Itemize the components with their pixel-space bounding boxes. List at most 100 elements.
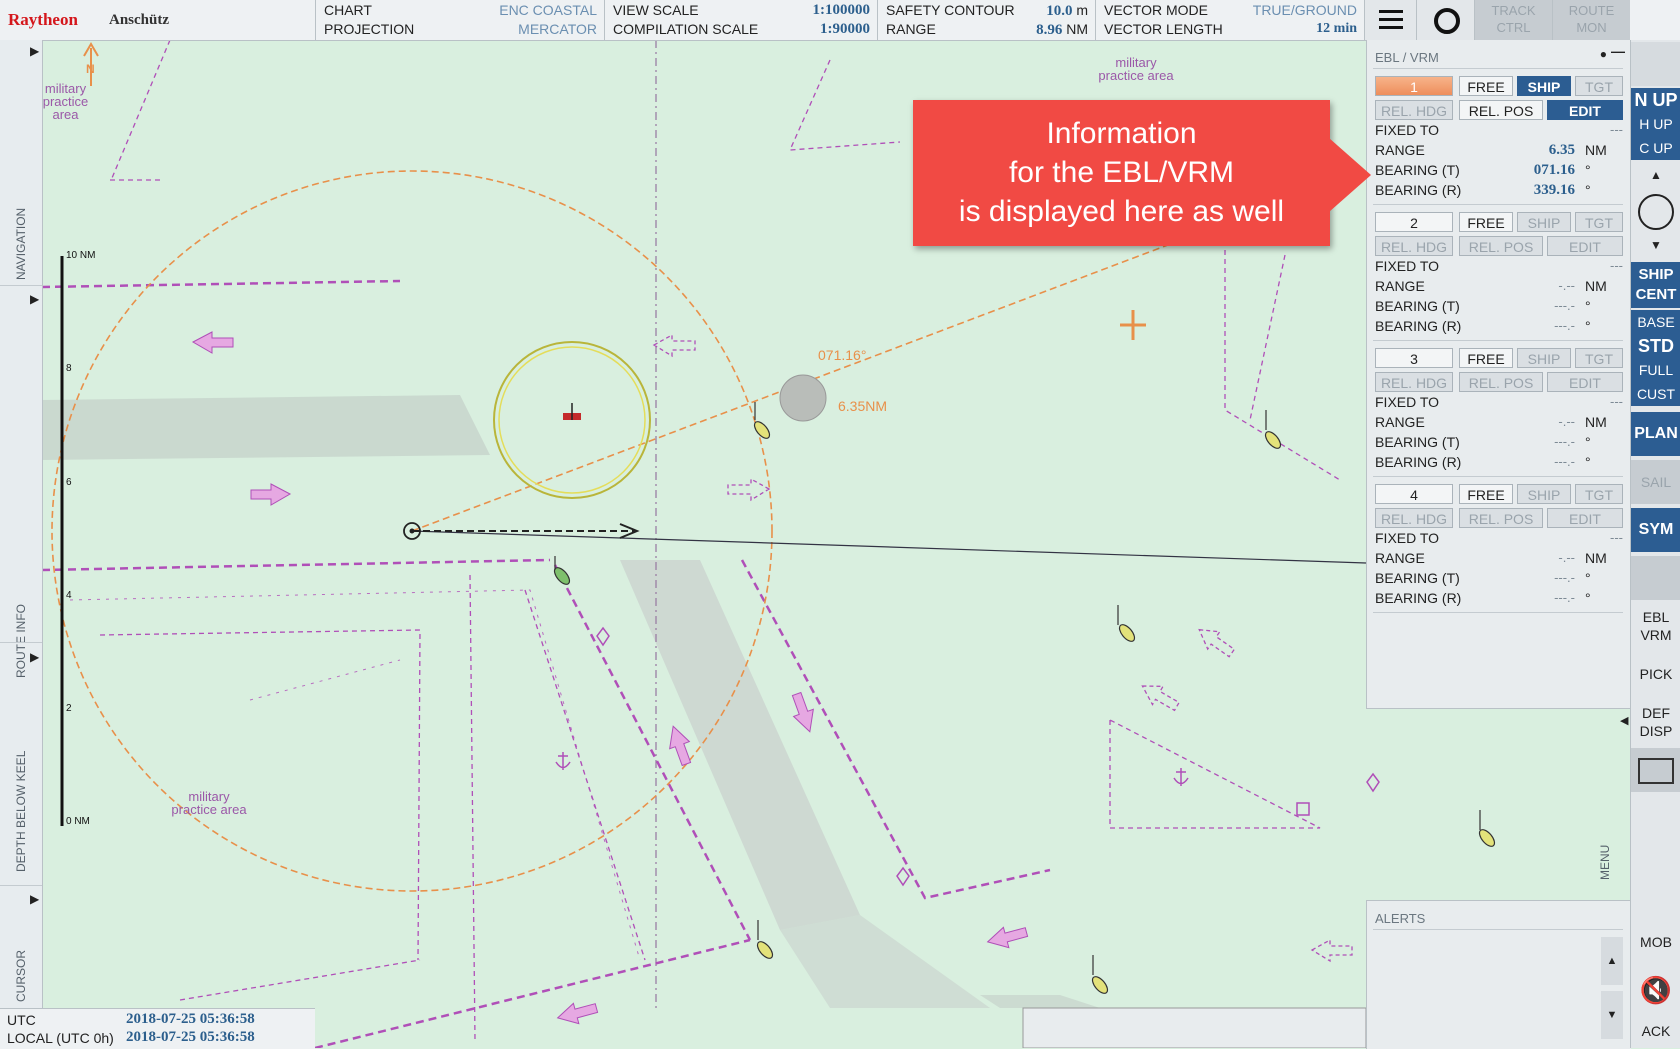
fixed-to-label-2: FIXED TO [1375,258,1440,274]
bearing-t-value-4: ---.- [1554,570,1575,585]
top-status-bar: Raytheon Anschütz CHART ENC COASTAL PROJ… [0,0,1680,41]
ebl-vrm-button[interactable]: EBL VRM [1631,604,1680,648]
std-button[interactable]: STD [1631,334,1680,358]
rel-pos-button-1[interactable]: REL. POS [1459,100,1543,120]
ebl-number-button-1[interactable]: 1 [1375,76,1453,96]
bearing-t-label-2: BEARING (T) [1375,298,1460,314]
circle-icon [1434,8,1460,34]
settings-button[interactable] [1416,0,1475,40]
tab-navigation[interactable]: NAVIGATION [0,40,42,280]
rel-pos-button-2[interactable]: REL. POS [1459,236,1543,256]
rel-hdg-button-1[interactable]: REL. HDG [1375,100,1453,120]
sym-button[interactable]: SYM [1631,508,1680,552]
pick-button[interactable]: PICK [1631,652,1680,696]
def-disp-button[interactable]: DEF DISP [1631,700,1680,744]
tab-depth-below-keel[interactable]: DEPTH BELOW KEEL [0,642,42,882]
mob-button[interactable]: MOB [1631,920,1680,964]
ebl-vrm-panel: EBL / VRM ● — 1 FREE SHIP TGT REL. HDG REL. P… [1366,40,1631,709]
tgt-button-2[interactable]: TGT [1575,212,1623,232]
rel-hdg-button-2[interactable]: REL. HDG [1375,236,1453,256]
edit-button-4[interactable]: EDIT [1547,508,1623,528]
ship-button-2[interactable]: SHIP [1517,212,1571,232]
ship-button-3[interactable]: SHIP [1517,348,1571,368]
zoom-in-button[interactable]: ▲ [1631,168,1680,186]
range-unit-4: NM [1585,550,1607,566]
rel-hdg-button-4[interactable]: REL. HDG [1375,508,1453,528]
ship-cent-button[interactable]: SHIP CENT [1631,262,1680,308]
n-up-button[interactable]: N UP [1631,88,1680,112]
range-tick-4: 4 [66,590,72,601]
ship-cent-line2: CENT [1635,286,1677,303]
panel-minimize-icon[interactable]: — [1611,43,1625,59]
safety-contour-value: 10.0 [1046,3,1073,19]
edit-button-1[interactable]: EDIT [1547,100,1623,120]
fixed-to-value-4: --- [1610,530,1623,545]
fixed-to-label-4: FIXED TO [1375,530,1440,546]
vector-info[interactable]: VECTOR MODE TRUE/GROUND VECTOR LENGTH 12… [1095,0,1365,40]
edit-button-2[interactable]: EDIT [1547,236,1623,256]
zoom-out-button[interactable]: ▼ [1631,238,1680,256]
panel-pin-icon[interactable]: ● [1600,47,1607,61]
h-up-button[interactable]: H UP [1631,112,1680,136]
bearing-r-label-3: BEARING (R) [1375,454,1462,470]
mute-icon[interactable]: 🔇 [1631,968,1680,1012]
menu-collapse-icon[interactable]: ◀ [1620,714,1628,727]
plan-button[interactable]: PLAN [1631,412,1680,456]
ebl-number-button-2[interactable]: 2 [1375,212,1453,232]
bearing-t-value-2: ---.- [1554,298,1575,313]
tgt-button-3[interactable]: TGT [1575,348,1623,368]
ack-button[interactable]: ACK [1631,1016,1680,1046]
sail-button[interactable]: SAIL [1631,460,1680,504]
menu-button[interactable] [1364,0,1417,40]
tab-cursor-label: CURSOR [14,949,28,1002]
tab-route-info[interactable]: ROUTE INFO [0,285,42,685]
blank-button-top[interactable] [1631,42,1680,86]
military-area-label-2: military practice area [1093,56,1179,82]
track-ctrl-button[interactable]: TRACK CTRL [1474,0,1552,40]
projection-value: MERCATOR [518,21,597,37]
bearing-t-unit-2: ° [1585,298,1591,314]
info-callout: Information for the EBL/VRM is displayed… [913,100,1330,246]
cust-button[interactable]: CUST [1631,382,1680,406]
ship-button-4[interactable]: SHIP [1517,484,1571,504]
callout-pointer [1329,138,1371,212]
chart-info[interactable]: CHART ENC COASTAL PROJECTION MERCATOR [315,0,605,40]
scale-info[interactable]: VIEW SCALE 1:100000 COMPILATION SCALE 1:… [604,0,878,40]
rel-hdg-button-3[interactable]: REL. HDG [1375,372,1453,392]
def-disp-line2: DISP [1639,723,1673,739]
range-value: 8.96 [1036,22,1063,38]
tgt-button-1[interactable]: TGT [1575,76,1623,96]
free-button-1[interactable]: FREE [1459,76,1513,96]
tgt-button-4[interactable]: TGT [1575,484,1623,504]
blank-button-mid[interactable] [1631,556,1680,600]
utc-value: 2018-07-25 05:36:58 [126,1011,255,1027]
callout-line2: for the EBL/VRM [1008,156,1235,189]
rel-pos-button-4[interactable]: REL. POS [1459,508,1543,528]
free-button-3[interactable]: FREE [1459,348,1513,368]
ship-button-1[interactable]: SHIP [1517,76,1571,96]
alerts-scroll-down[interactable]: ▼ [1601,991,1623,1039]
contour-info[interactable]: SAFETY CONTOUR 10.0 m RANGE 8.96 NM [877,0,1096,40]
c-up-button[interactable]: C UP [1631,136,1680,160]
tab-cursor[interactable]: CURSOR [0,885,42,1005]
edit-button-3[interactable]: EDIT [1547,372,1623,392]
alerts-scroll-up[interactable]: ▲ [1601,937,1623,985]
menu-label[interactable]: MENU [1598,845,1612,880]
alerts-panel: ALERTS ▲ ▼ [1366,900,1631,1049]
military-area-label-2-line2: practice area [1098,68,1174,83]
compass-dial-icon[interactable] [1631,190,1680,234]
rel-pos-button-3[interactable]: REL. POS [1459,372,1543,392]
base-button[interactable]: BASE [1631,310,1680,334]
free-button-4[interactable]: FREE [1459,484,1513,504]
bearing-t-label-3: BEARING (T) [1375,434,1460,450]
route-mon-button[interactable]: ROUTE MON [1552,0,1630,40]
envelope-icon[interactable] [1631,748,1680,792]
free-button-2[interactable]: FREE [1459,212,1513,232]
tab-depth-label: DEPTH BELOW KEEL [14,750,28,872]
ebl-number-button-3[interactable]: 3 [1375,348,1453,368]
range-tick-10: 10 NM [66,250,96,261]
bearing-r-unit-4: ° [1585,590,1591,606]
ebl-number-button-4[interactable]: 4 [1375,484,1453,504]
military-area-label-3-line2: practice area [171,802,247,817]
full-button[interactable]: FULL [1631,358,1680,382]
